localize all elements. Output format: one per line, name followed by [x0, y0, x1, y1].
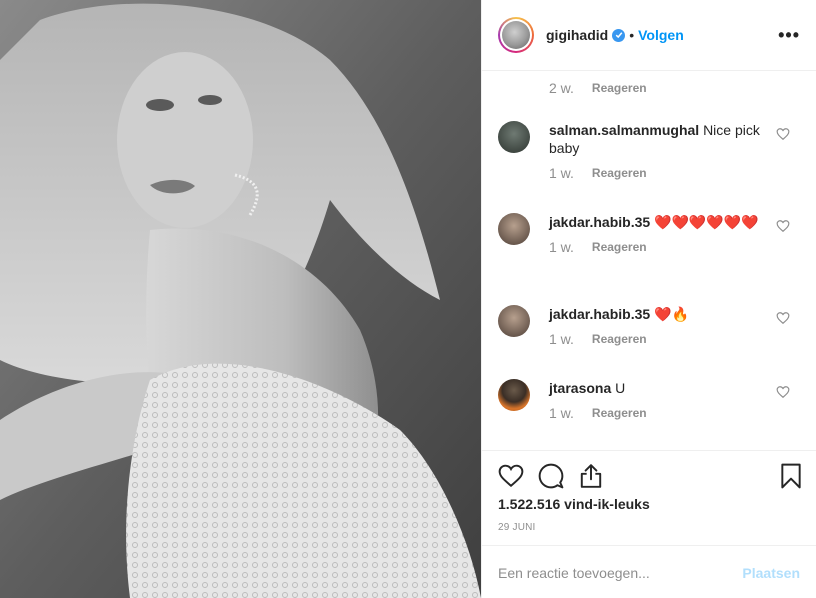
commenter-avatar[interactable]: [498, 121, 530, 153]
comment-reply-button[interactable]: Reageren: [592, 406, 647, 420]
commenter-username[interactable]: jakdar.habib.35: [549, 214, 650, 230]
post-actions: 1.522.516 vind-ik-leuks 29 JUNI: [482, 450, 816, 545]
commenter-username[interactable]: salman.salmanmughal: [549, 122, 699, 138]
comment-body: jtarasona U: [549, 379, 766, 397]
comment-meta: 1 w. Reageren: [549, 405, 800, 421]
caption-meta: 2 w. Reageren: [549, 80, 647, 96]
comment-item: jakdar.habib.35 ❤️🔥 1 w. Reageren: [498, 305, 800, 347]
like-heart-icon[interactable]: [498, 463, 524, 489]
like-comment-heart-icon[interactable]: [776, 385, 790, 399]
share-icon[interactable]: [578, 463, 604, 489]
save-bookmark-icon[interactable]: [778, 463, 804, 489]
post-date[interactable]: 29 JUNI: [498, 522, 536, 533]
comment-bubble-icon[interactable]: [538, 463, 564, 489]
comment-reply-button[interactable]: Reageren: [592, 166, 647, 180]
comment-time[interactable]: 1 w.: [549, 239, 574, 255]
comment-reply-button[interactable]: Reageren: [592, 332, 647, 346]
separator-dot: •: [629, 27, 635, 43]
comment-item: salman.salmanmughal Nice pick baby 1 w. …: [498, 121, 800, 181]
comment-meta: 1 w. Reageren: [549, 239, 800, 255]
comment-meta: 1 w. Reageren: [549, 331, 800, 347]
comments-list[interactable]: 2 w. Reageren salman.salmanmughal Nice p…: [482, 71, 816, 450]
comment-time[interactable]: 1 w.: [549, 165, 574, 181]
commenter-avatar[interactable]: [498, 379, 530, 411]
comment-meta: 1 w. Reageren: [549, 165, 800, 181]
follow-button[interactable]: Volgen: [638, 27, 684, 43]
like-count[interactable]: 1.522.516 vind-ik-leuks: [498, 496, 650, 512]
like-comment-heart-icon[interactable]: [776, 219, 790, 233]
comment-input[interactable]: [498, 562, 728, 584]
comment-text: ❤️🔥: [654, 306, 689, 322]
comment-body: jakdar.habib.35 ❤️🔥: [549, 305, 766, 323]
comment-body: salman.salmanmughal Nice pick baby: [549, 121, 766, 157]
comment-text: U: [615, 380, 626, 396]
comment-text: ❤️❤️❤️❤️❤️❤️: [654, 214, 759, 230]
like-comment-heart-icon[interactable]: [776, 311, 790, 325]
post-header: gigihadid • Volgen •••: [482, 0, 816, 71]
comment-time[interactable]: 1 w.: [549, 331, 574, 347]
comment-time[interactable]: 1 w.: [549, 405, 574, 421]
comment-reply-button[interactable]: Reageren: [592, 240, 647, 254]
more-options-icon[interactable]: •••: [778, 26, 800, 44]
commenter-avatar[interactable]: [498, 213, 530, 245]
caption-reply-button[interactable]: Reageren: [592, 81, 647, 95]
post-side-panel: gigihadid • Volgen ••• 2 w. Reageren sal…: [481, 0, 816, 598]
photo-illustration: [0, 0, 481, 598]
add-comment-bar: Plaatsen: [482, 545, 816, 598]
commenter-username[interactable]: jtarasona: [549, 380, 611, 396]
verified-badge-icon: [612, 28, 626, 42]
author-avatar[interactable]: [498, 17, 534, 53]
caption-time[interactable]: 2 w.: [549, 80, 574, 96]
author-username[interactable]: gigihadid: [546, 27, 608, 43]
post-photo[interactable]: [0, 0, 481, 598]
comment-item: jtarasona U 1 w. Reageren: [498, 379, 800, 421]
comment-body: jakdar.habib.35 ❤️❤️❤️❤️❤️❤️: [549, 213, 766, 231]
comment-item: jakdar.habib.35 ❤️❤️❤️❤️❤️❤️ 1 w. Reager…: [498, 213, 800, 255]
like-comment-heart-icon[interactable]: [776, 127, 790, 141]
commenter-avatar[interactable]: [498, 305, 530, 337]
post-comment-button[interactable]: Plaatsen: [742, 565, 800, 581]
commenter-username[interactable]: jakdar.habib.35: [549, 306, 650, 322]
